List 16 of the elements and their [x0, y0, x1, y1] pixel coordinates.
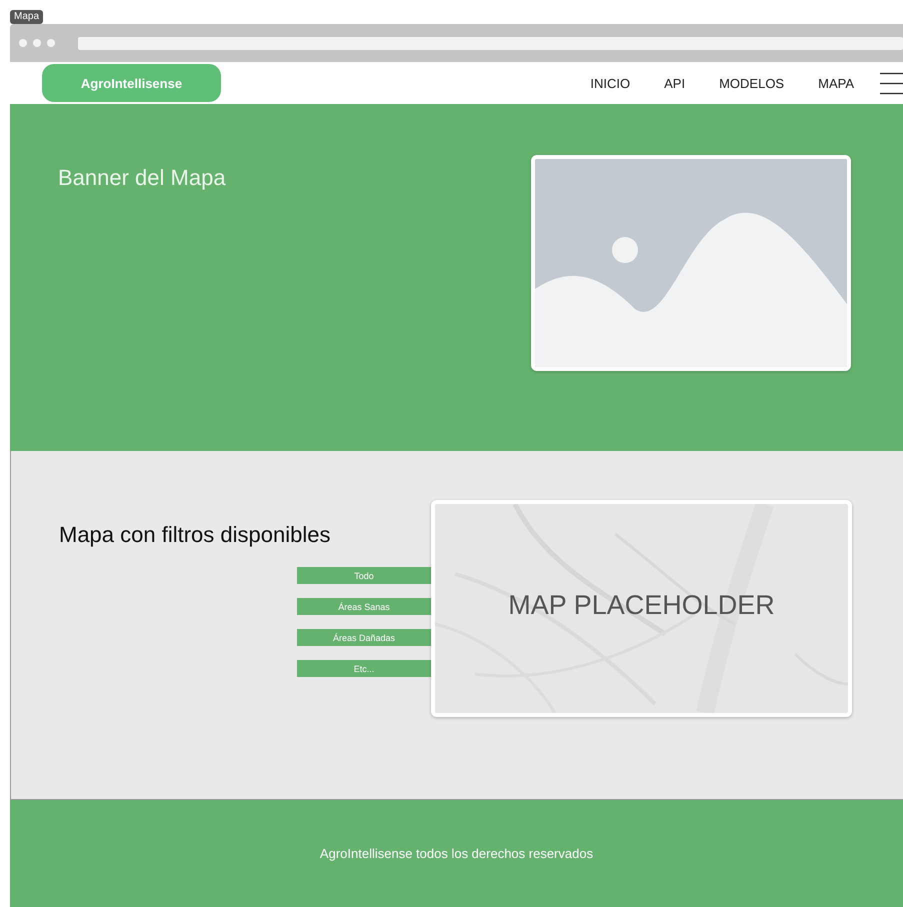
nav-link[interactable]: API	[664, 76, 686, 90]
filter-button[interactable]: Etc...	[297, 660, 431, 677]
section-title: Mapa con filtros disponibles	[59, 522, 330, 548]
nav-link[interactable]: INICIO	[590, 76, 630, 90]
frame-label: Mapa	[10, 10, 44, 24]
logo-button[interactable]: AgroIntellisense	[42, 64, 221, 102]
window-controls-icon	[19, 39, 55, 47]
banner-title: Banner del Mapa	[58, 165, 226, 191]
footer-text: AgroIntellisense todos los derechos reservados	[320, 846, 594, 861]
map-placeholder-text: MAP PLACEHOLDER	[507, 590, 776, 621]
filter-button[interactable]: Áreas Dañadas	[297, 629, 431, 646]
nav-link[interactable]: MODELOS	[719, 76, 784, 90]
filter-button[interactable]: Todo	[297, 567, 431, 584]
menu-icon[interactable]	[880, 72, 903, 94]
nav-link[interactable]: MAPA	[818, 76, 854, 90]
filter-button[interactable]: Áreas Sanas	[297, 598, 431, 615]
